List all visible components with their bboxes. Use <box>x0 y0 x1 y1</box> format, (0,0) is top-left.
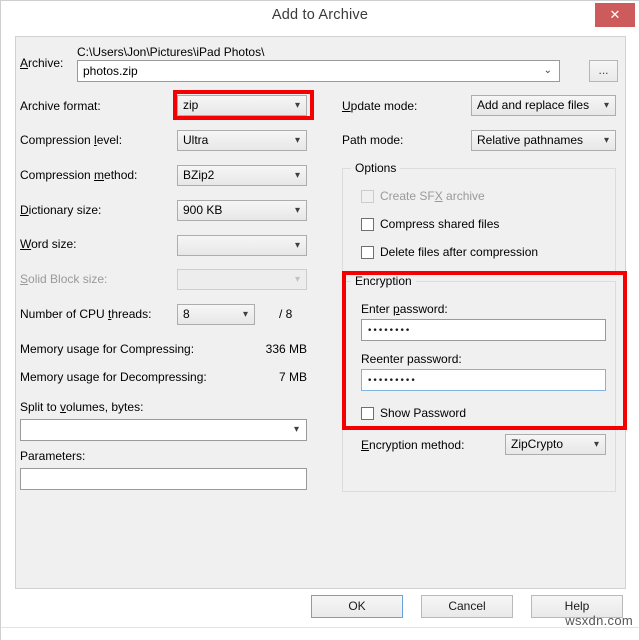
path-mode-select[interactable]: Relative pathnames ▾ <box>471 130 616 151</box>
show-password-label: Show Password <box>380 406 466 420</box>
chevron-down-icon[interactable]: ▾ <box>295 236 300 255</box>
show-password-checkbox[interactable] <box>361 407 374 420</box>
parameters-input[interactable] <box>20 468 307 490</box>
archive-format-label: Archive format: <box>20 99 101 113</box>
chevron-down-icon[interactable]: ▾ <box>295 96 300 115</box>
compression-method-label: Compression method: <box>20 168 137 182</box>
watermark: wsxdn.com <box>565 613 633 628</box>
encryption-method-value: ZipCrypto <box>511 437 563 451</box>
path-mode-value: Relative pathnames <box>477 133 583 147</box>
solid-block-size-label: Solid Block size: <box>20 272 107 286</box>
compression-level-value: Ultra <box>183 133 208 147</box>
bottom-strip <box>1 627 639 640</box>
chevron-down-icon[interactable]: ▾ <box>295 131 300 150</box>
enter-password-label: Enter password: <box>361 302 448 316</box>
memory-decompress-value: 7 MB <box>216 370 307 384</box>
chevron-down-icon[interactable]: ▾ <box>604 96 609 115</box>
compression-level-label: Compression level: <box>20 133 122 147</box>
update-mode-label: Update mode: <box>342 99 417 113</box>
chevron-down-icon[interactable]: ▾ <box>295 201 300 220</box>
archive-name-value: photos.zip <box>83 64 138 78</box>
chevron-down-icon[interactable]: ▾ <box>295 166 300 185</box>
compression-method-value: BZip2 <box>183 168 214 182</box>
title-bar: Add to Archive ✕ <box>1 1 639 31</box>
reenter-password-input[interactable]: ••••••••• <box>361 369 606 391</box>
parameters-label: Parameters: <box>20 449 85 463</box>
memory-compress-label: Memory usage for Compressing: <box>20 342 194 356</box>
compression-method-select[interactable]: BZip2 ▾ <box>177 165 307 186</box>
chevron-down-icon[interactable]: ⌄ <box>544 61 552 81</box>
update-mode-select[interactable]: Add and replace files ▾ <box>471 95 616 116</box>
encryption-method-select[interactable]: ZipCrypto ▾ <box>505 434 606 455</box>
solid-block-size-select: ▾ <box>177 269 307 290</box>
create-sfx-archive-label: Create SFX archive <box>380 189 485 203</box>
delete-files-after-compression-label: Delete files after compression <box>380 245 538 259</box>
add-to-archive-dialog: Add to Archive ✕ Archive: C:\Users\Jon\P… <box>0 0 640 640</box>
dictionary-size-select[interactable]: 900 KB ▾ <box>177 200 307 221</box>
dictionary-size-value: 900 KB <box>183 203 222 217</box>
memory-decompress-label: Memory usage for Decompressing: <box>20 370 207 384</box>
dictionary-size-label: Dictionary size: <box>20 203 101 217</box>
archive-format-select[interactable]: zip ▾ <box>177 95 307 116</box>
chevron-down-icon[interactable]: ▾ <box>243 305 248 324</box>
close-icon[interactable]: ✕ <box>595 3 635 27</box>
delete-files-after-compression-checkbox[interactable] <box>361 246 374 259</box>
chevron-down-icon[interactable]: ▾ <box>294 420 299 440</box>
update-mode-value: Add and replace files <box>477 98 589 112</box>
archive-format-value: zip <box>183 98 198 112</box>
create-sfx-archive-checkbox <box>361 190 374 203</box>
cpu-threads-value: 8 <box>183 307 190 321</box>
split-volumes-label: Split to volumes, bytes: <box>20 400 143 414</box>
compression-level-select[interactable]: Ultra ▾ <box>177 130 307 151</box>
archive-label: Archive: <box>20 56 63 70</box>
reenter-password-label: Reenter password: <box>361 352 462 366</box>
chevron-down-icon[interactable]: ▾ <box>604 131 609 150</box>
word-size-label: Word size: <box>20 237 76 251</box>
dialog-content-panel: Archive: C:\Users\Jon\Pictures\iPad Phot… <box>15 36 626 589</box>
cpu-threads-total: / 8 <box>279 307 292 321</box>
cpu-threads-label: Number of CPU threads: <box>20 307 151 321</box>
word-size-select[interactable]: ▾ <box>177 235 307 256</box>
browse-button[interactable]: ... <box>589 60 618 82</box>
cancel-button[interactable]: Cancel <box>421 595 513 618</box>
archive-path-text: C:\Users\Jon\Pictures\iPad Photos\ <box>77 45 264 59</box>
dialog-title: Add to Archive <box>1 7 639 23</box>
split-volumes-input[interactable]: ▾ <box>20 419 307 441</box>
cpu-threads-select[interactable]: 8 ▾ <box>177 304 255 325</box>
options-groupbox-title: Options <box>351 161 400 175</box>
ok-button[interactable]: OK <box>311 595 403 618</box>
enter-password-input[interactable]: •••••••• <box>361 319 606 341</box>
encryption-groupbox-title: Encryption <box>351 274 416 288</box>
encryption-method-label: Encryption method: <box>361 438 464 452</box>
compress-shared-files-checkbox[interactable] <box>361 218 374 231</box>
memory-compress-value: 336 MB <box>216 342 307 356</box>
compress-shared-files-label: Compress shared files <box>380 217 499 231</box>
path-mode-label: Path mode: <box>342 133 403 147</box>
chevron-down-icon[interactable]: ▾ <box>594 435 599 454</box>
chevron-down-icon: ▾ <box>295 270 300 289</box>
archive-name-input[interactable]: photos.zip ⌄ <box>77 60 560 82</box>
